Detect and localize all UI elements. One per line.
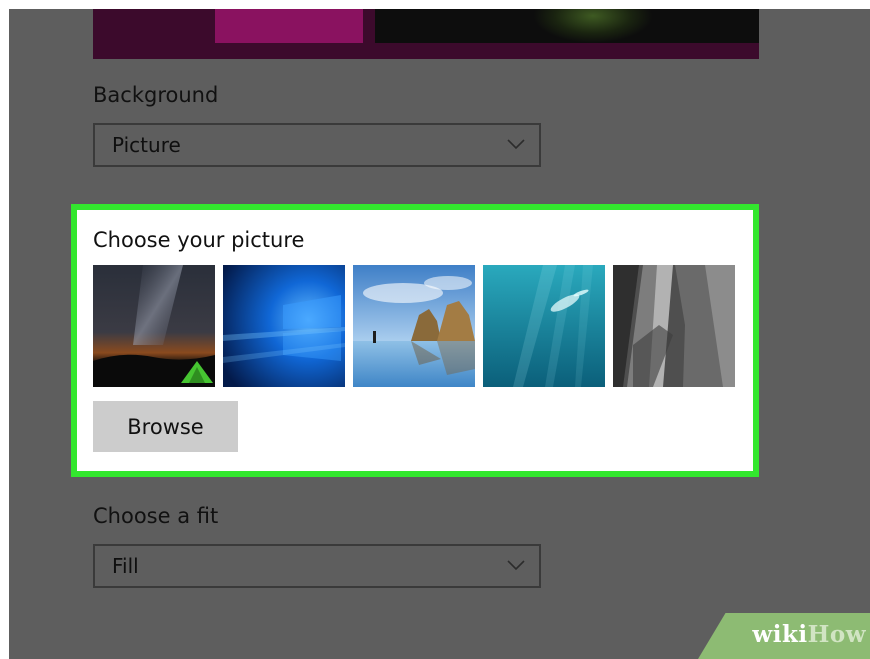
- wikihow-watermark: wikiHow: [698, 613, 870, 659]
- underwater-swimmer-thumbnail[interactable]: [483, 265, 605, 387]
- choose-picture-title: Choose your picture: [93, 228, 305, 252]
- fit-dropdown[interactable]: Fill: [93, 544, 541, 588]
- beach-rocks-thumbnail[interactable]: [353, 265, 475, 387]
- browse-button[interactable]: Browse: [93, 401, 238, 452]
- rock-cliff-thumbnail[interactable]: [613, 265, 735, 387]
- background-dropdown[interactable]: Picture: [93, 123, 541, 167]
- choose-picture-card: Choose your picture Browse: [71, 204, 759, 477]
- windows-blue-logo-thumbnail[interactable]: [223, 265, 345, 387]
- chevron-down-icon: [507, 139, 525, 150]
- background-label: Background: [93, 83, 219, 107]
- night-sky-tent-thumbnail[interactable]: [93, 265, 215, 387]
- background-dropdown-value: Picture: [112, 133, 181, 157]
- chevron-down-icon: [507, 560, 525, 571]
- fit-dropdown-value: Fill: [112, 554, 139, 578]
- background-preview: [93, 9, 759, 59]
- choose-fit-label: Choose a fit: [93, 504, 219, 528]
- settings-panel: Background Picture Choose your picture B…: [9, 9, 870, 659]
